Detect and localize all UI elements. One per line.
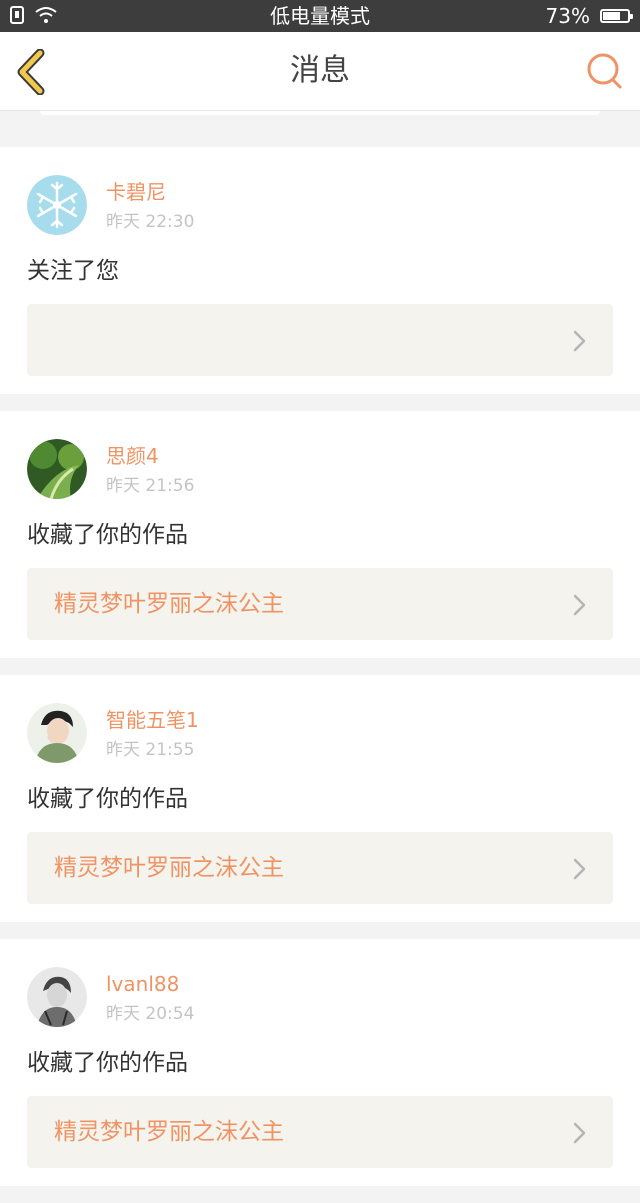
- username[interactable]: lvanl88: [106, 971, 179, 997]
- action-text: 收藏了你的作品: [27, 786, 188, 812]
- sketch-avatar-icon: [27, 967, 87, 1027]
- work-link[interactable]: 精灵梦叶罗丽之沫公主: [27, 568, 613, 640]
- timestamp: 昨天 21:56: [106, 476, 195, 496]
- work-title: 精灵梦叶罗丽之沫公主: [54, 591, 284, 617]
- page-title: 消息: [290, 53, 350, 88]
- work-link[interactable]: [27, 304, 613, 376]
- work-title: 精灵梦叶罗丽之沫公主: [54, 1119, 284, 1145]
- chevron-right-icon: [573, 594, 586, 616]
- battery-percent: 73%: [545, 4, 590, 28]
- action-text: 关注了您: [27, 258, 119, 284]
- message-card: 智能五笔1 昨天 21:55 收藏了你的作品 精灵梦叶罗丽之沫公主: [0, 675, 640, 922]
- username[interactable]: 卡碧尼: [106, 179, 166, 205]
- work-link[interactable]: 精灵梦叶罗丽之沫公主: [27, 832, 613, 904]
- avatar[interactable]: [27, 439, 87, 499]
- work-link[interactable]: 精灵梦叶罗丽之沫公主: [27, 1096, 613, 1168]
- status-bar-right: 73%: [545, 4, 633, 28]
- timestamp: 昨天 22:30: [106, 212, 195, 232]
- action-text: 收藏了你的作品: [27, 1050, 188, 1076]
- message-card: lvanl88 昨天 20:54 收藏了你的作品 精灵梦叶罗丽之沫公主: [0, 939, 640, 1186]
- work-title: 精灵梦叶罗丽之沫公主: [54, 855, 284, 881]
- timestamp: 昨天 20:54: [106, 1004, 195, 1024]
- chevron-right-icon: [573, 330, 586, 352]
- chevron-right-icon: [573, 858, 586, 880]
- message-card: 思颜4 昨天 21:56 收藏了你的作品 精灵梦叶罗丽之沫公主: [0, 411, 640, 658]
- message-card: 卡碧尼 昨天 22:30 关注了您: [0, 147, 640, 394]
- snowflake-avatar-icon: [27, 175, 87, 235]
- forest-avatar-icon: [27, 439, 87, 499]
- action-text: 收藏了你的作品: [27, 522, 188, 548]
- avatar[interactable]: [27, 967, 87, 1027]
- timestamp: 昨天 21:55: [106, 740, 195, 760]
- avatar[interactable]: [27, 175, 87, 235]
- status-bar: 低电量模式 73%: [0, 0, 640, 32]
- person-avatar-icon: [27, 703, 87, 763]
- username[interactable]: 思颜4: [106, 443, 159, 469]
- message-list: 卡碧尼 昨天 22:30 关注了您 思颜4 昨天 21:56 收藏了你的作品 精…: [0, 147, 640, 1203]
- chevron-right-icon: [573, 1122, 586, 1144]
- battery-icon: [600, 9, 633, 23]
- search-icon[interactable]: [584, 50, 626, 92]
- username[interactable]: 智能五笔1: [106, 707, 199, 733]
- nav-bar: 消息: [0, 32, 640, 111]
- avatar[interactable]: [27, 703, 87, 763]
- previous-card-edge: [0, 111, 640, 129]
- low-power-mode-label: 低电量模式: [270, 4, 370, 28]
